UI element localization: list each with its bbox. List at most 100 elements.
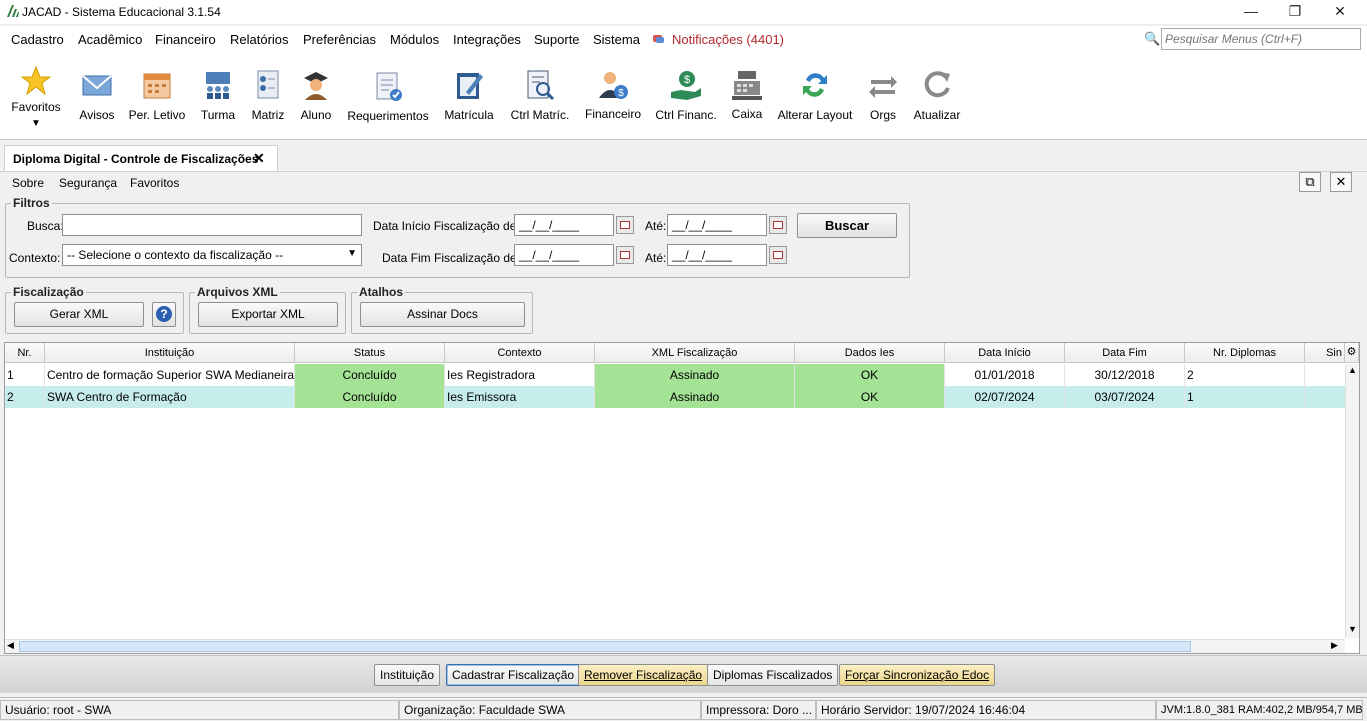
- toolbar-financeiro[interactable]: $ Financeiro: [580, 54, 646, 140]
- scroll-right-icon[interactable]: ▶: [1331, 640, 1338, 651]
- search-icon: 🔍: [1144, 31, 1161, 46]
- scroll-left-icon[interactable]: ◀: [7, 640, 14, 651]
- menu-suporte[interactable]: Suporte: [534, 32, 580, 47]
- cell-instituicao: Centro de formação Superior SWA Medianei…: [45, 364, 295, 386]
- column-header-data-fim[interactable]: Data Fim: [1065, 343, 1185, 363]
- ate-label: Até:: [645, 251, 667, 265]
- toolbar-caixa[interactable]: Caixa: [726, 54, 768, 140]
- toolbar-ctrl-matric[interactable]: Ctrl Matríc.: [506, 54, 574, 140]
- maximize-button[interactable]: ❐: [1272, 0, 1318, 24]
- data-inicio-de-input[interactable]: __/__/____: [514, 214, 614, 236]
- submenu-seguranca[interactable]: Segurança: [59, 176, 117, 190]
- column-header-contexto[interactable]: Contexto: [445, 343, 595, 363]
- toolbar-avisos[interactable]: Avisos: [72, 54, 122, 140]
- toolbar-orgs[interactable]: Orgs: [862, 54, 904, 140]
- data-fim-ate-input[interactable]: __/__/____: [667, 244, 767, 266]
- tab-diploma-fiscalizacoes[interactable]: Diploma Digital - Controle de Fiscalizaç…: [4, 145, 278, 171]
- gerar-xml-button[interactable]: Gerar XML: [14, 302, 144, 327]
- dropdown-arrow-icon[interactable]: ▼: [31, 118, 41, 129]
- remover-fiscalizacao-button[interactable]: Remover Fiscalização: [578, 664, 709, 686]
- close-window-button[interactable]: ✕: [1317, 0, 1363, 24]
- svg-text:$: $: [684, 74, 690, 86]
- cell-instituicao: SWA Centro de Formação: [45, 386, 295, 408]
- column-header-dados-ies[interactable]: Dados Ies: [795, 343, 945, 363]
- column-header-sin[interactable]: Sin: [1305, 343, 1345, 363]
- data-inicio-ate-input[interactable]: __/__/____: [667, 214, 767, 236]
- help-button[interactable]: ?: [152, 302, 176, 327]
- table-row[interactable]: 1 Centro de formação Superior SWA Median…: [5, 364, 1345, 386]
- menu-modulos[interactable]: Módulos: [390, 32, 439, 47]
- data-fim-de-input[interactable]: __/__/____: [514, 244, 614, 266]
- arquivos-xml-legend: Arquivos XML: [195, 285, 280, 299]
- toolbar-favoritos[interactable]: Favoritos ▼: [4, 54, 68, 140]
- menu-cadastro[interactable]: Cadastro: [11, 32, 64, 47]
- notifications-link[interactable]: Notificações (4401): [672, 32, 784, 47]
- toolbar-aluno[interactable]: Aluno: [294, 54, 338, 140]
- cadastrar-fiscalizacao-button[interactable]: Cadastrar Fiscalização: [446, 664, 581, 686]
- instituicao-button[interactable]: Instituição: [374, 664, 441, 686]
- exportar-xml-button[interactable]: Exportar XML: [198, 302, 338, 327]
- vertical-scrollbar[interactable]: ▲ ▼: [1345, 364, 1359, 638]
- table-row-selected[interactable]: 2 SWA Centro de Formação Concluído Ies E…: [5, 386, 1345, 408]
- menu-search-input[interactable]: [1161, 28, 1361, 50]
- close-panel-icon[interactable]: ✕: [1330, 172, 1352, 192]
- horizontal-scrollbar[interactable]: ◀ ▶: [5, 639, 1345, 653]
- calendar-icon[interactable]: [616, 246, 634, 264]
- contexto-select-value: -- Selecione o contexto da fiscalização …: [67, 248, 284, 262]
- minimize-button[interactable]: —: [1228, 0, 1274, 24]
- toolbar-per-letivo[interactable]: Per. Letivo: [126, 54, 188, 140]
- column-header-instituicao[interactable]: Instituição: [45, 343, 295, 363]
- calendar-icon[interactable]: [616, 216, 634, 234]
- svg-text:?: ?: [160, 307, 167, 321]
- toolbar-label: Requerimentos: [347, 109, 429, 123]
- status-jvm: JVM:1.8.0_381 RAM:402,2 MB/954,7 MB: [1156, 700, 1363, 720]
- forcar-sincronizacao-button[interactable]: Forçar Sincronização Edoc: [839, 664, 996, 686]
- cash-register-icon: [732, 71, 762, 100]
- column-header-data-inicio[interactable]: Data Início: [945, 343, 1065, 363]
- column-header-nr[interactable]: Nr.: [5, 343, 45, 363]
- scroll-up-icon[interactable]: ▲: [1348, 365, 1357, 375]
- submenu-sobre[interactable]: Sobre: [12, 176, 44, 190]
- money-hand-icon: $: [671, 71, 701, 100]
- cell-nr-diplomas: 2: [1185, 364, 1305, 386]
- scroll-down-icon[interactable]: ▼: [1348, 624, 1357, 634]
- menu-sistema[interactable]: Sistema: [593, 32, 640, 47]
- menu-financeiro[interactable]: Financeiro: [155, 32, 216, 47]
- menu-preferencias[interactable]: Preferências: [303, 32, 376, 47]
- menu-relatorios[interactable]: Relatórios: [230, 32, 289, 47]
- data-inicio-label: Data Início Fiscalização de:: [373, 219, 520, 233]
- column-settings-icon[interactable]: ⚙: [1345, 343, 1359, 363]
- toolbar-matricula[interactable]: Matrícula: [440, 54, 498, 140]
- calendar-icon[interactable]: [769, 216, 787, 234]
- cell-data-fim: 03/07/2024: [1065, 386, 1185, 408]
- toolbar-alterar-layout[interactable]: Alterar Layout: [776, 54, 854, 140]
- detach-window-icon[interactable]: ⧉: [1299, 172, 1321, 192]
- toolbar-ctrl-financ[interactable]: $ Ctrl Financ.: [652, 54, 720, 140]
- cell-xml: Assinado: [595, 364, 795, 386]
- busca-input[interactable]: [62, 214, 362, 236]
- diplomas-fiscalizados-button[interactable]: Diplomas Fiscalizados: [707, 664, 839, 686]
- close-tab-icon[interactable]: ✕: [253, 150, 265, 167]
- menu-integracoes[interactable]: Integrações: [453, 32, 521, 47]
- calendar-icon[interactable]: [769, 246, 787, 264]
- column-header-status[interactable]: Status: [295, 343, 445, 363]
- assinar-docs-button[interactable]: Assinar Docs: [360, 302, 525, 327]
- column-header-nr-diplomas[interactable]: Nr. Diplomas: [1185, 343, 1305, 363]
- toolbar-matriz[interactable]: Matriz: [246, 54, 290, 140]
- contexto-select[interactable]: -- Selecione o contexto da fiscalização …: [62, 244, 362, 266]
- toolbar-label: Ctrl Matríc.: [510, 108, 570, 122]
- submenu-favoritos[interactable]: Favoritos: [130, 176, 179, 190]
- toolbar-atualizar[interactable]: Atualizar: [910, 54, 964, 140]
- toolbar-requerimentos[interactable]: Requerimentos: [344, 54, 432, 140]
- status-horario: Horário Servidor: 19/07/2024 16:46:04: [816, 700, 1156, 720]
- scroll-thumb[interactable]: [19, 641, 1191, 652]
- cell-dados-ies: OK: [795, 386, 945, 408]
- student-icon: [304, 72, 328, 100]
- buscar-button[interactable]: Buscar: [797, 213, 897, 238]
- search-document-icon: [527, 70, 555, 101]
- menu-academico[interactable]: Acadêmico: [78, 32, 142, 47]
- cell-nr-diplomas: 1: [1185, 386, 1305, 408]
- toolbar-turma[interactable]: Turma: [194, 54, 242, 140]
- column-header-xml[interactable]: XML Fiscalização: [595, 343, 795, 363]
- notification-icon[interactable]: [652, 33, 665, 46]
